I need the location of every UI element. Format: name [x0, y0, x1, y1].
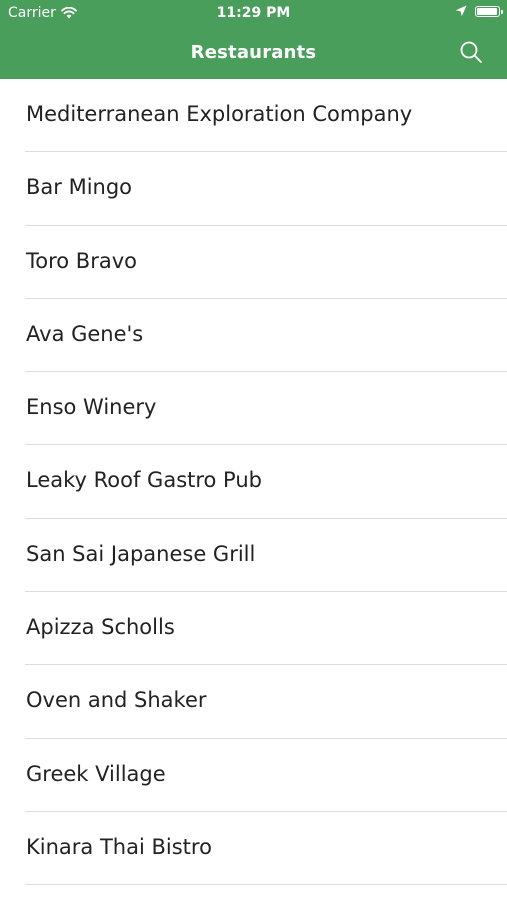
battery-icon — [475, 5, 503, 17]
restaurants-screen: Carrier 11:29 PM Restaurants Mediterrane… — [0, 0, 507, 900]
list-item[interactable]: Enso Winery — [0, 372, 507, 446]
list-item[interactable]: San Sai Japanese Grill — [0, 519, 507, 593]
restaurant-name: Kinara Thai Bistro — [26, 834, 212, 859]
search-button[interactable] — [459, 40, 483, 64]
restaurant-name: Toro Bravo — [26, 248, 137, 273]
list-item[interactable]: Ava Gene's — [0, 299, 507, 373]
search-icon — [460, 41, 482, 63]
location-arrow-icon — [455, 5, 467, 17]
navigation-bar: Restaurants — [0, 28, 507, 79]
status-time: 11:29 PM — [216, 5, 291, 21]
page-title: Restaurants — [190, 42, 317, 63]
list-item[interactable]: Bar Mingo — [0, 152, 507, 226]
restaurant-name: Ava Gene's — [26, 321, 144, 346]
restaurant-list: Mediterranean Exploration Company Bar Min… — [0, 79, 507, 886]
status-right-icons — [455, 5, 503, 17]
status-bar: Carrier 11:29 PM — [0, 0, 507, 28]
list-item[interactable]: Mediterranean Exploration Company — [0, 79, 507, 153]
battery-fill — [477, 7, 497, 15]
restaurant-name: San Sai Japanese Grill — [26, 541, 256, 566]
list-item[interactable]: Greek Village — [0, 739, 507, 813]
list-item[interactable]: Leaky Roof Gastro Pub — [0, 445, 507, 520]
restaurant-name: Mediterranean Exploration Company — [26, 102, 413, 126]
restaurant-name: Bar Mingo — [26, 175, 133, 200]
restaurant-name: Enso Winery — [26, 395, 157, 420]
header: Carrier 11:29 PM Restaurants — [0, 0, 507, 79]
restaurant-name: Apizza Scholls — [26, 615, 175, 640]
list-item[interactable]: Toro Bravo — [0, 226, 507, 300]
restaurant-name: Oven and Shaker — [26, 688, 207, 713]
list-item[interactable]: Apizza Scholls — [0, 592, 507, 666]
restaurant-name: Greek Village — [26, 761, 166, 786]
list-item[interactable]: Kinara Thai Bistro — [0, 812, 507, 886]
restaurant-name: Leaky Roof Gastro Pub — [26, 468, 262, 493]
list-item[interactable]: Oven and Shaker — [0, 665, 507, 739]
